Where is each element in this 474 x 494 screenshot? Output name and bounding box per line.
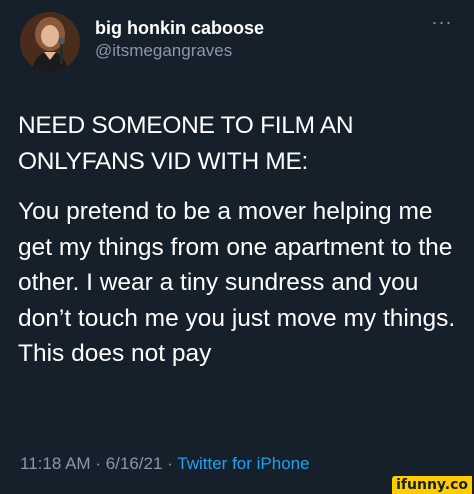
user-info[interactable]: big honkin caboose @itsmegangraves [95, 16, 264, 62]
user-handle[interactable]: @itsmegangraves [95, 40, 264, 62]
tweet-text: NEED SOMEONE TO FILM AN ONLYFANS VID WIT… [18, 108, 464, 372]
ifunny-watermark: ifunny.co [392, 476, 472, 494]
more-horizontal-icon[interactable]: ··· [430, 13, 454, 34]
avatar[interactable] [20, 12, 80, 72]
meta-separator: · [167, 454, 173, 473]
tweet-card: big honkin caboose @itsmegangraves ··· N… [0, 0, 474, 494]
avatar-image [20, 12, 80, 72]
tweet-paragraph: NEED SOMEONE TO FILM AN ONLYFANS VID WIT… [18, 112, 354, 175]
tweet-source-link[interactable]: Twitter for iPhone [177, 454, 309, 473]
display-name[interactable]: big honkin caboose [95, 16, 264, 40]
tweet-time[interactable]: 11:18 AM [20, 454, 91, 473]
tweet-date[interactable]: 6/16/21 [106, 454, 163, 473]
tweet-paragraph: You pretend to be a mover helping me get… [18, 198, 456, 367]
tweet-metadata: 11:18 AM · 6/16/21 · Twitter for iPhone [20, 452, 310, 476]
meta-separator: · [95, 454, 101, 473]
